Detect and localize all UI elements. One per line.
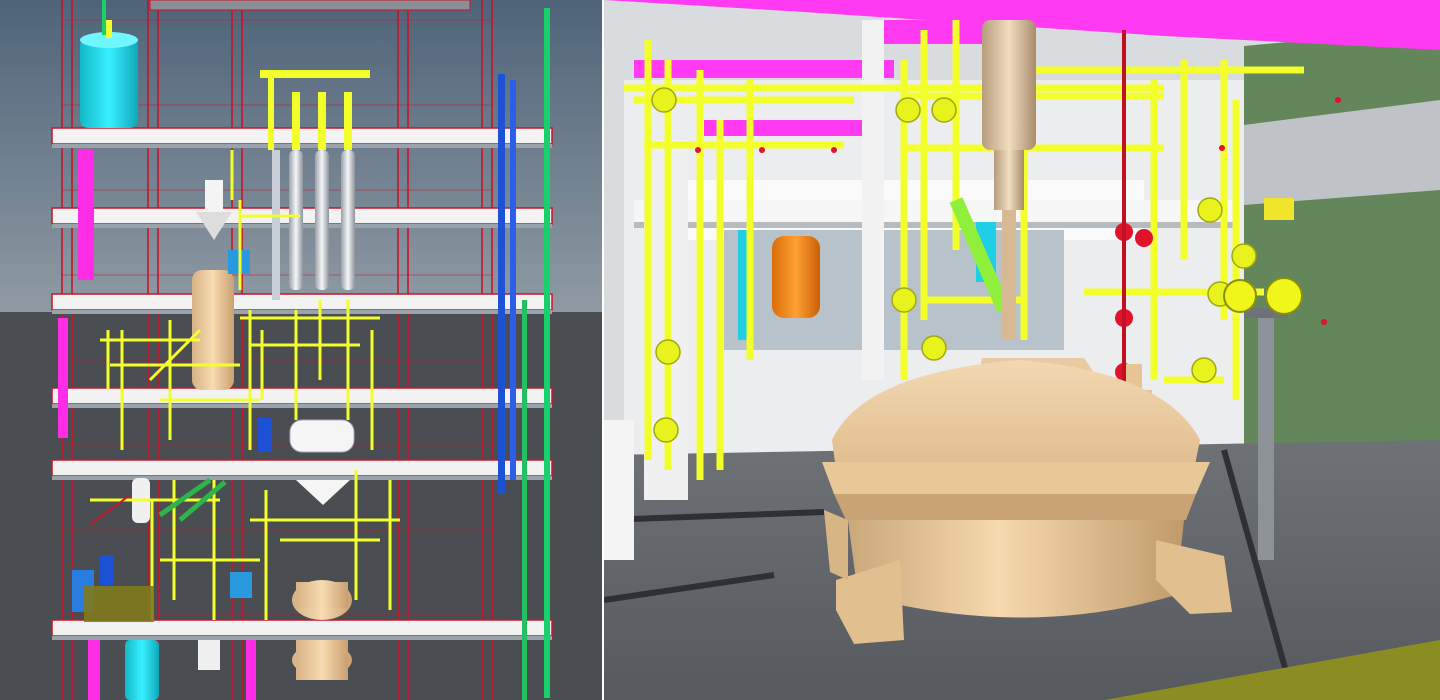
steel-beam: [634, 200, 1234, 222]
white-drum: [198, 640, 220, 670]
blue-pipe: [510, 80, 516, 480]
floor-slab-edge: [52, 144, 552, 148]
grey-column: [341, 150, 355, 290]
magenta-duct: [58, 318, 68, 438]
floor-slab: [51, 293, 553, 311]
magenta-duct: [78, 150, 94, 280]
orange-vessel: [772, 236, 820, 318]
floor-slab: [51, 387, 553, 405]
white-hopper: [205, 180, 223, 212]
yellow-valve: [1231, 243, 1257, 269]
column-riser: [318, 92, 326, 150]
magenta-duct: [704, 120, 884, 136]
floor-slab-edge: [52, 404, 552, 408]
blue-cylinder: [258, 418, 272, 452]
header-riser: [268, 70, 274, 150]
white-drum: [289, 419, 355, 453]
floor-slab-edge: [52, 310, 552, 314]
red-tag-marker: [831, 147, 837, 153]
reactor-flange-shadow: [834, 494, 1196, 520]
large-valve-handwheel: [1265, 277, 1303, 315]
red-tag-marker: [695, 147, 701, 153]
yellow-box: [1264, 198, 1294, 220]
magenta-duct: [634, 60, 894, 78]
column-riser: [292, 92, 300, 150]
yellow-valve: [1197, 197, 1223, 223]
white-pillar: [862, 20, 884, 380]
yellow-valve: [931, 97, 957, 123]
tan-reactor-body: [296, 582, 348, 608]
plant-elevation-render: [0, 0, 604, 700]
floor-slab-edge: [52, 636, 552, 640]
tank-nozzle: [106, 20, 112, 38]
column-riser: [344, 92, 352, 150]
reactor-closeup-render: [604, 0, 1440, 700]
grey-column: [272, 150, 280, 300]
header-pipe: [260, 70, 370, 78]
steel-column: [1258, 310, 1274, 560]
reactor-closeup-panel: [604, 0, 1440, 700]
floor-slab: [51, 127, 553, 145]
blue-cylinder: [230, 572, 252, 598]
plant-elevation-panel: [0, 0, 604, 700]
roof-frame: [149, 0, 471, 11]
yellow-valve: [891, 287, 917, 313]
reactor-flange: [822, 462, 1210, 494]
yellow-valve: [1191, 357, 1217, 383]
agitator-shaft: [1002, 210, 1016, 340]
tan-reactor-body: [296, 640, 348, 680]
yellow-valve: [651, 87, 677, 113]
green-pipe: [522, 300, 527, 700]
red-tag-marker: [759, 147, 765, 153]
floor-slab: [51, 459, 553, 477]
blue-cylinder: [100, 555, 114, 585]
red-valve: [1135, 229, 1153, 247]
agitator-shaft: [994, 150, 1024, 210]
magenta-duct: [88, 640, 100, 700]
floor-slab-edge: [52, 476, 552, 480]
floor-slab: [51, 619, 553, 637]
green-pipe: [102, 0, 106, 35]
green-pipe: [544, 8, 550, 698]
cyan-tank-lower: [125, 640, 159, 700]
magenta-duct: [246, 640, 256, 700]
white-pillar: [604, 420, 634, 560]
large-valve-handwheel: [1223, 279, 1257, 313]
olive-platform: [84, 586, 154, 622]
blue-pipe: [498, 74, 505, 494]
red-tag-marker: [1321, 319, 1327, 325]
yellow-valve: [921, 335, 947, 361]
red-tag-marker: [1219, 145, 1225, 151]
cyan-storage-tank: [80, 38, 138, 128]
red-tag-marker: [1335, 97, 1341, 103]
yellow-valve: [655, 339, 681, 365]
steel-beam-shadow: [634, 222, 1234, 228]
yellow-valve: [653, 417, 679, 443]
yellow-valve: [895, 97, 921, 123]
agitator-motor: [982, 20, 1036, 150]
grey-column: [289, 150, 303, 290]
grey-column: [315, 150, 329, 290]
